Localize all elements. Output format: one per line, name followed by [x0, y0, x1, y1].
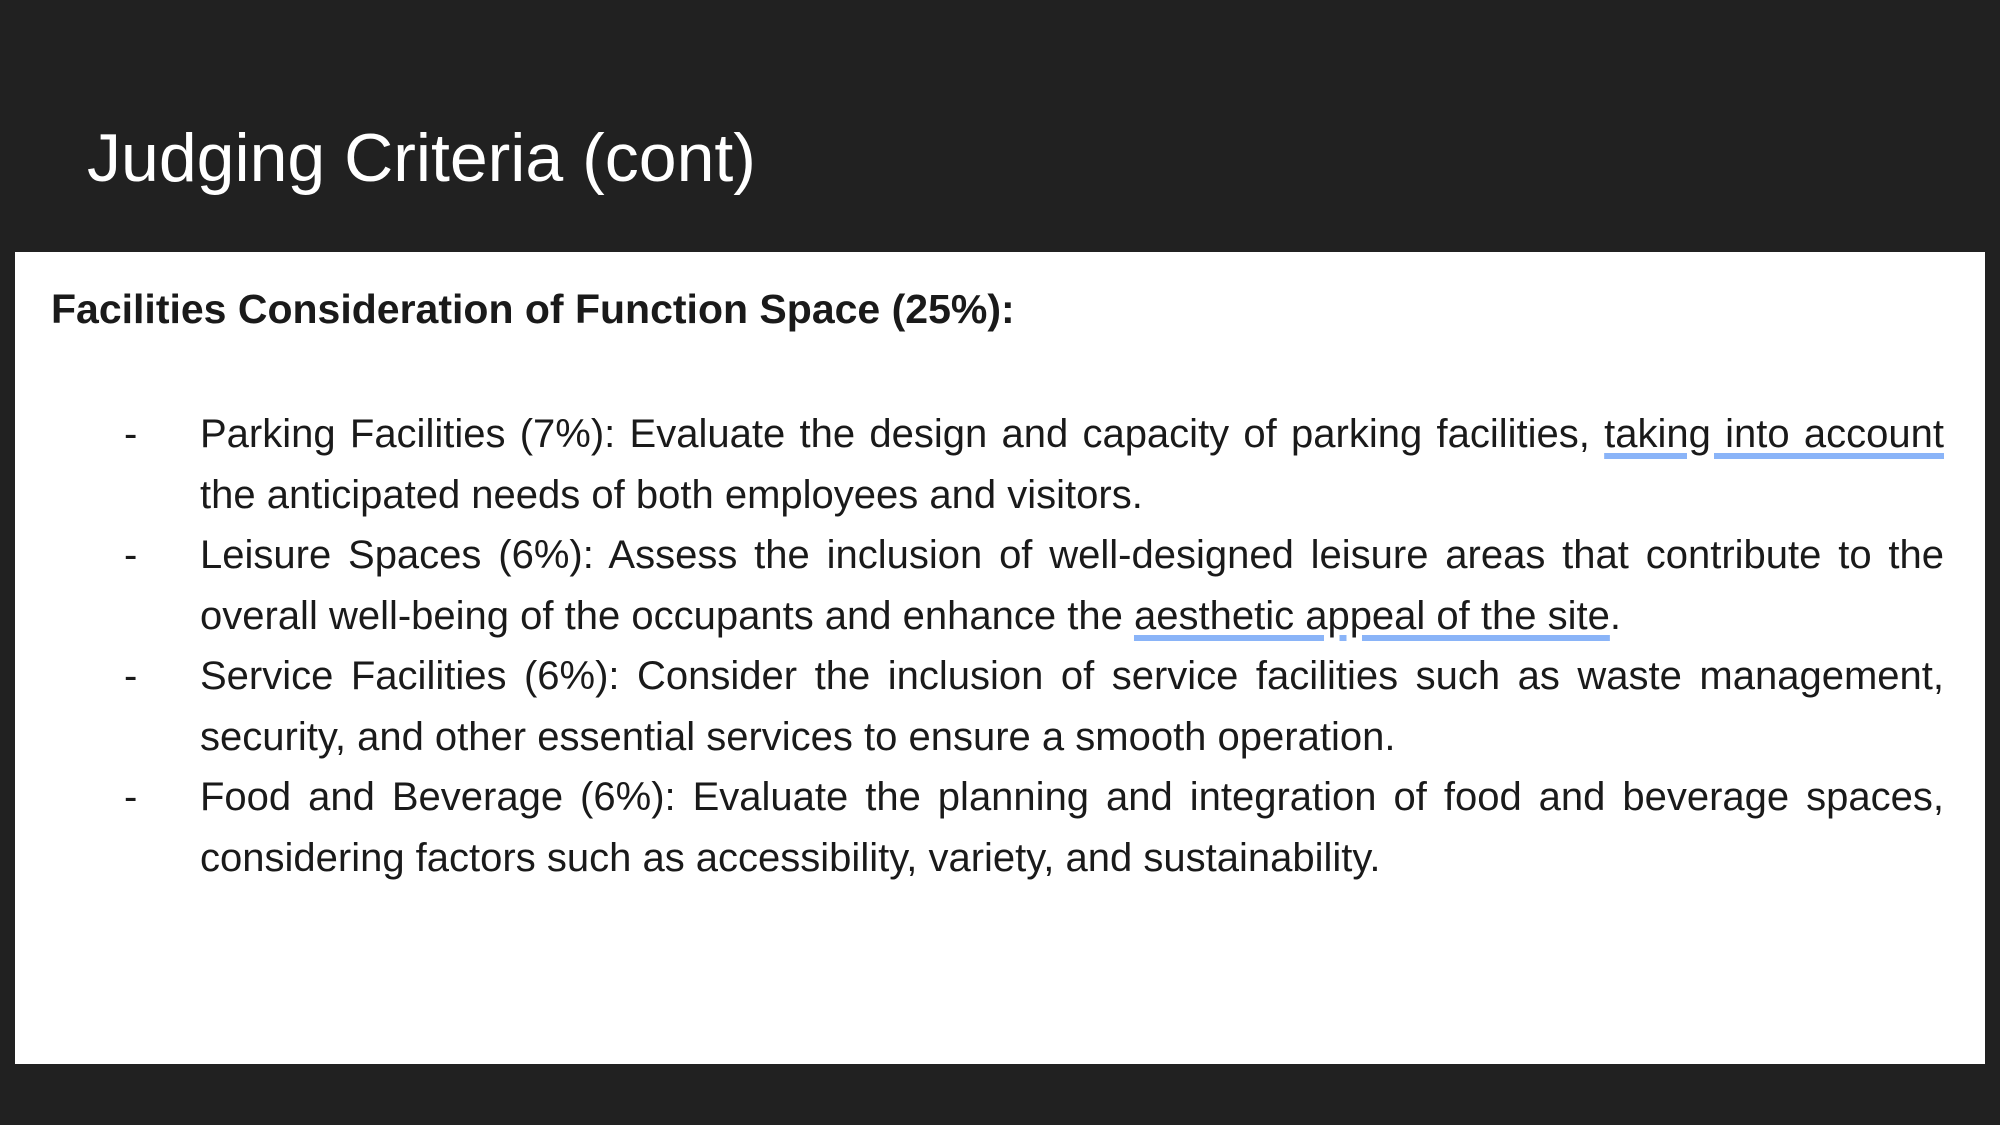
criteria-text-rest: . [1609, 593, 1621, 638]
criteria-text: Parking Facilities (7%): Evaluate the de… [200, 404, 1944, 525]
criteria-text-main: Food and Beverage (6%): Evaluate the pla… [200, 775, 1944, 880]
document-panel: Facilities Consideration of Function Spa… [15, 252, 1985, 1064]
bullet-dash: - [124, 654, 138, 698]
underlined-phrase: aesthetic appeal of the site [1133, 593, 1610, 638]
criteria-item-parking: - Parking Facilities (7%): Evaluate the … [15, 404, 1985, 525]
criteria-text-main: Parking Facilities (7%): Evaluate the de… [200, 412, 1590, 456]
criteria-text: Food and Beverage (6%): Evaluate the pla… [200, 767, 1944, 888]
criteria-item-service: - Service Facilities (6%): Consider the … [15, 646, 1985, 767]
criteria-text: Leisure Spaces (6%): Assess the inclusio… [200, 525, 1944, 646]
underlined-phrase: taking into account [1604, 412, 1944, 456]
criteria-item-food-beverage: - Food and Beverage (6%): Evaluate the p… [15, 767, 1985, 888]
criteria-text: Service Facilities (6%): Consider the in… [200, 646, 1944, 767]
criteria-text-rest: the anticipated needs of both employees … [200, 472, 1143, 517]
criteria-item-leisure: - Leisure Spaces (6%): Assess the inclus… [15, 525, 1985, 646]
bullet-dash: - [124, 412, 138, 456]
criteria-text-main: Service Facilities (6%): Consider the in… [200, 654, 1944, 759]
bullet-dash: - [124, 533, 138, 577]
slide-title: Judging Criteria (cont) [87, 120, 756, 196]
bullet-dash: - [124, 775, 138, 819]
section-heading: Facilities Consideration of Function Spa… [51, 286, 1015, 332]
criteria-list: - Parking Facilities (7%): Evaluate the … [15, 404, 1985, 888]
criteria-text-main: Leisure Spaces (6%): Assess the inclusio… [200, 533, 1944, 638]
